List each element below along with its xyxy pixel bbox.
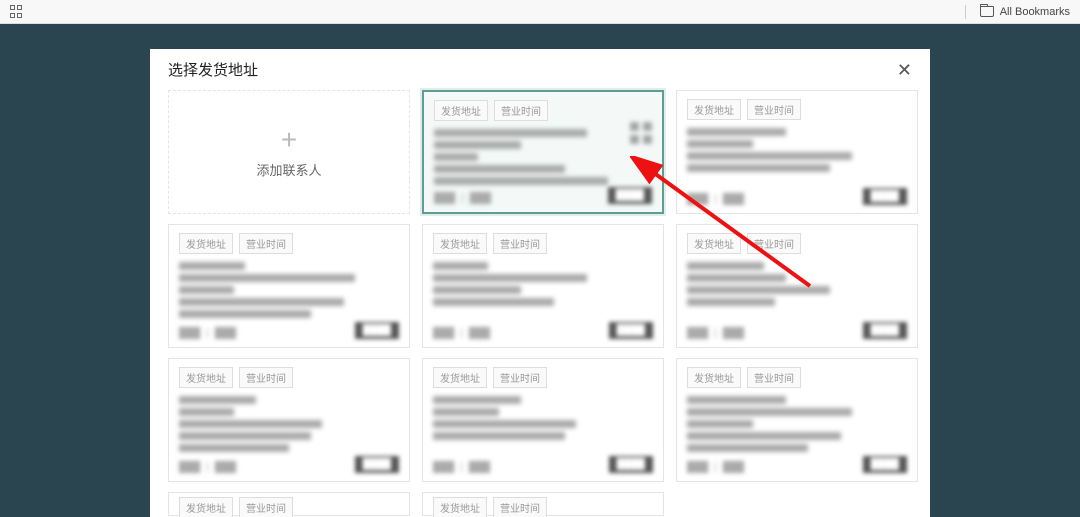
card-primary-button[interactable]: ████: [355, 322, 399, 339]
card-tag: 营业时间: [239, 497, 293, 517]
card-actions: ███|███: [434, 193, 491, 204]
card-primary-button[interactable]: ████: [863, 322, 907, 339]
card-primary-button[interactable]: ████: [863, 188, 907, 205]
address-card[interactable]: 发货地址营业时间 ███|███ ████: [422, 224, 664, 348]
card-tag: 发货地址: [179, 497, 233, 517]
address-picker-modal: 选择发货地址 ✕ +添加联系人发货地址营业时间███|███████发货地址营业…: [150, 49, 930, 517]
card-tag: 发货地址: [179, 367, 233, 388]
address-detail-blurred: [179, 262, 399, 318]
card-primary-button[interactable]: ████: [609, 322, 653, 339]
plus-icon: +: [281, 126, 297, 154]
card-actions: ███|███: [687, 194, 744, 205]
card-tag: 发货地址: [687, 99, 741, 120]
address-detail-blurred: [433, 262, 653, 306]
all-bookmarks-link[interactable]: All Bookmarks: [965, 5, 1070, 19]
card-primary-button[interactable]: ████: [863, 456, 907, 473]
card-tag: 营业时间: [494, 100, 548, 121]
add-contact-label: 添加联系人: [256, 160, 321, 179]
bookmarks-label: All Bookmarks: [1000, 6, 1070, 18]
card-tag: 营业时间: [493, 367, 547, 388]
card-tag: 发货地址: [687, 233, 741, 254]
add-contact-card[interactable]: + 添加联系人: [168, 90, 410, 214]
address-card[interactable]: 发货地址营业时间 ███|███ ████: [422, 358, 664, 482]
card-primary-button[interactable]: ████: [608, 187, 652, 204]
card-tag: 发货地址: [433, 367, 487, 388]
card-tag: 营业时间: [747, 99, 801, 120]
card-actions: ███|███: [179, 462, 236, 473]
address-card[interactable]: 发货地址营业时间: [422, 492, 664, 516]
browser-chrome-bar: All Bookmarks: [0, 0, 1080, 24]
card-primary-button[interactable]: ████: [609, 456, 653, 473]
card-tag: 发货地址: [434, 100, 488, 121]
address-detail-blurred: [434, 129, 652, 185]
card-actions: ███|███: [433, 462, 490, 473]
address-card[interactable]: 发货地址营业时间 ███|███ ████: [168, 224, 410, 348]
card-tag: 发货地址: [433, 233, 487, 254]
modal-title: 选择发货地址: [168, 59, 258, 80]
modal-header: 选择发货地址 ✕: [150, 49, 930, 86]
address-detail-blurred: [179, 396, 399, 452]
card-tag: 营业时间: [239, 233, 293, 254]
apps-grid-icon[interactable]: [10, 5, 24, 19]
address-card[interactable]: 发货地址营业时间 ███|███ ████: [676, 90, 918, 214]
card-tag: 营业时间: [747, 367, 801, 388]
card-actions: ███|███: [433, 328, 490, 339]
address-detail-blurred: [687, 262, 907, 306]
card-tag: 发货地址: [433, 497, 487, 517]
page-background: 选择发货地址 ✕ +添加联系人发货地址营业时间███|███████发货地址营业…: [0, 24, 1080, 514]
address-card[interactable]: 发货地址营业时间 ███|███ ████: [676, 224, 918, 348]
card-tag: 营业时间: [747, 233, 801, 254]
modal-body: +添加联系人发货地址营业时间███|███████发货地址营业时间███|███…: [150, 86, 930, 517]
card-tag: 营业时间: [493, 497, 547, 517]
folder-icon: [980, 6, 994, 17]
address-card[interactable]: 发货地址营业时间 ███|███ ████: [676, 358, 918, 482]
address-card[interactable]: 发货地址营业时间 ███|███ ████: [168, 358, 410, 482]
card-tag: 发货地址: [687, 367, 741, 388]
card-actions: ███|███: [179, 328, 236, 339]
card-primary-button[interactable]: ████: [355, 456, 399, 473]
card-tag: 营业时间: [239, 367, 293, 388]
address-detail-blurred: [687, 128, 907, 172]
card-tag: 发货地址: [179, 233, 233, 254]
address-card[interactable]: 发货地址营业时间 ███|███ ████: [422, 90, 664, 214]
card-actions: ███|███: [687, 462, 744, 473]
card-actions: ███|███: [687, 328, 744, 339]
close-icon[interactable]: ✕: [897, 61, 912, 79]
address-detail-blurred: [687, 396, 907, 452]
address-card[interactable]: 发货地址营业时间: [168, 492, 410, 516]
card-tag: 营业时间: [493, 233, 547, 254]
address-detail-blurred: [433, 396, 653, 440]
